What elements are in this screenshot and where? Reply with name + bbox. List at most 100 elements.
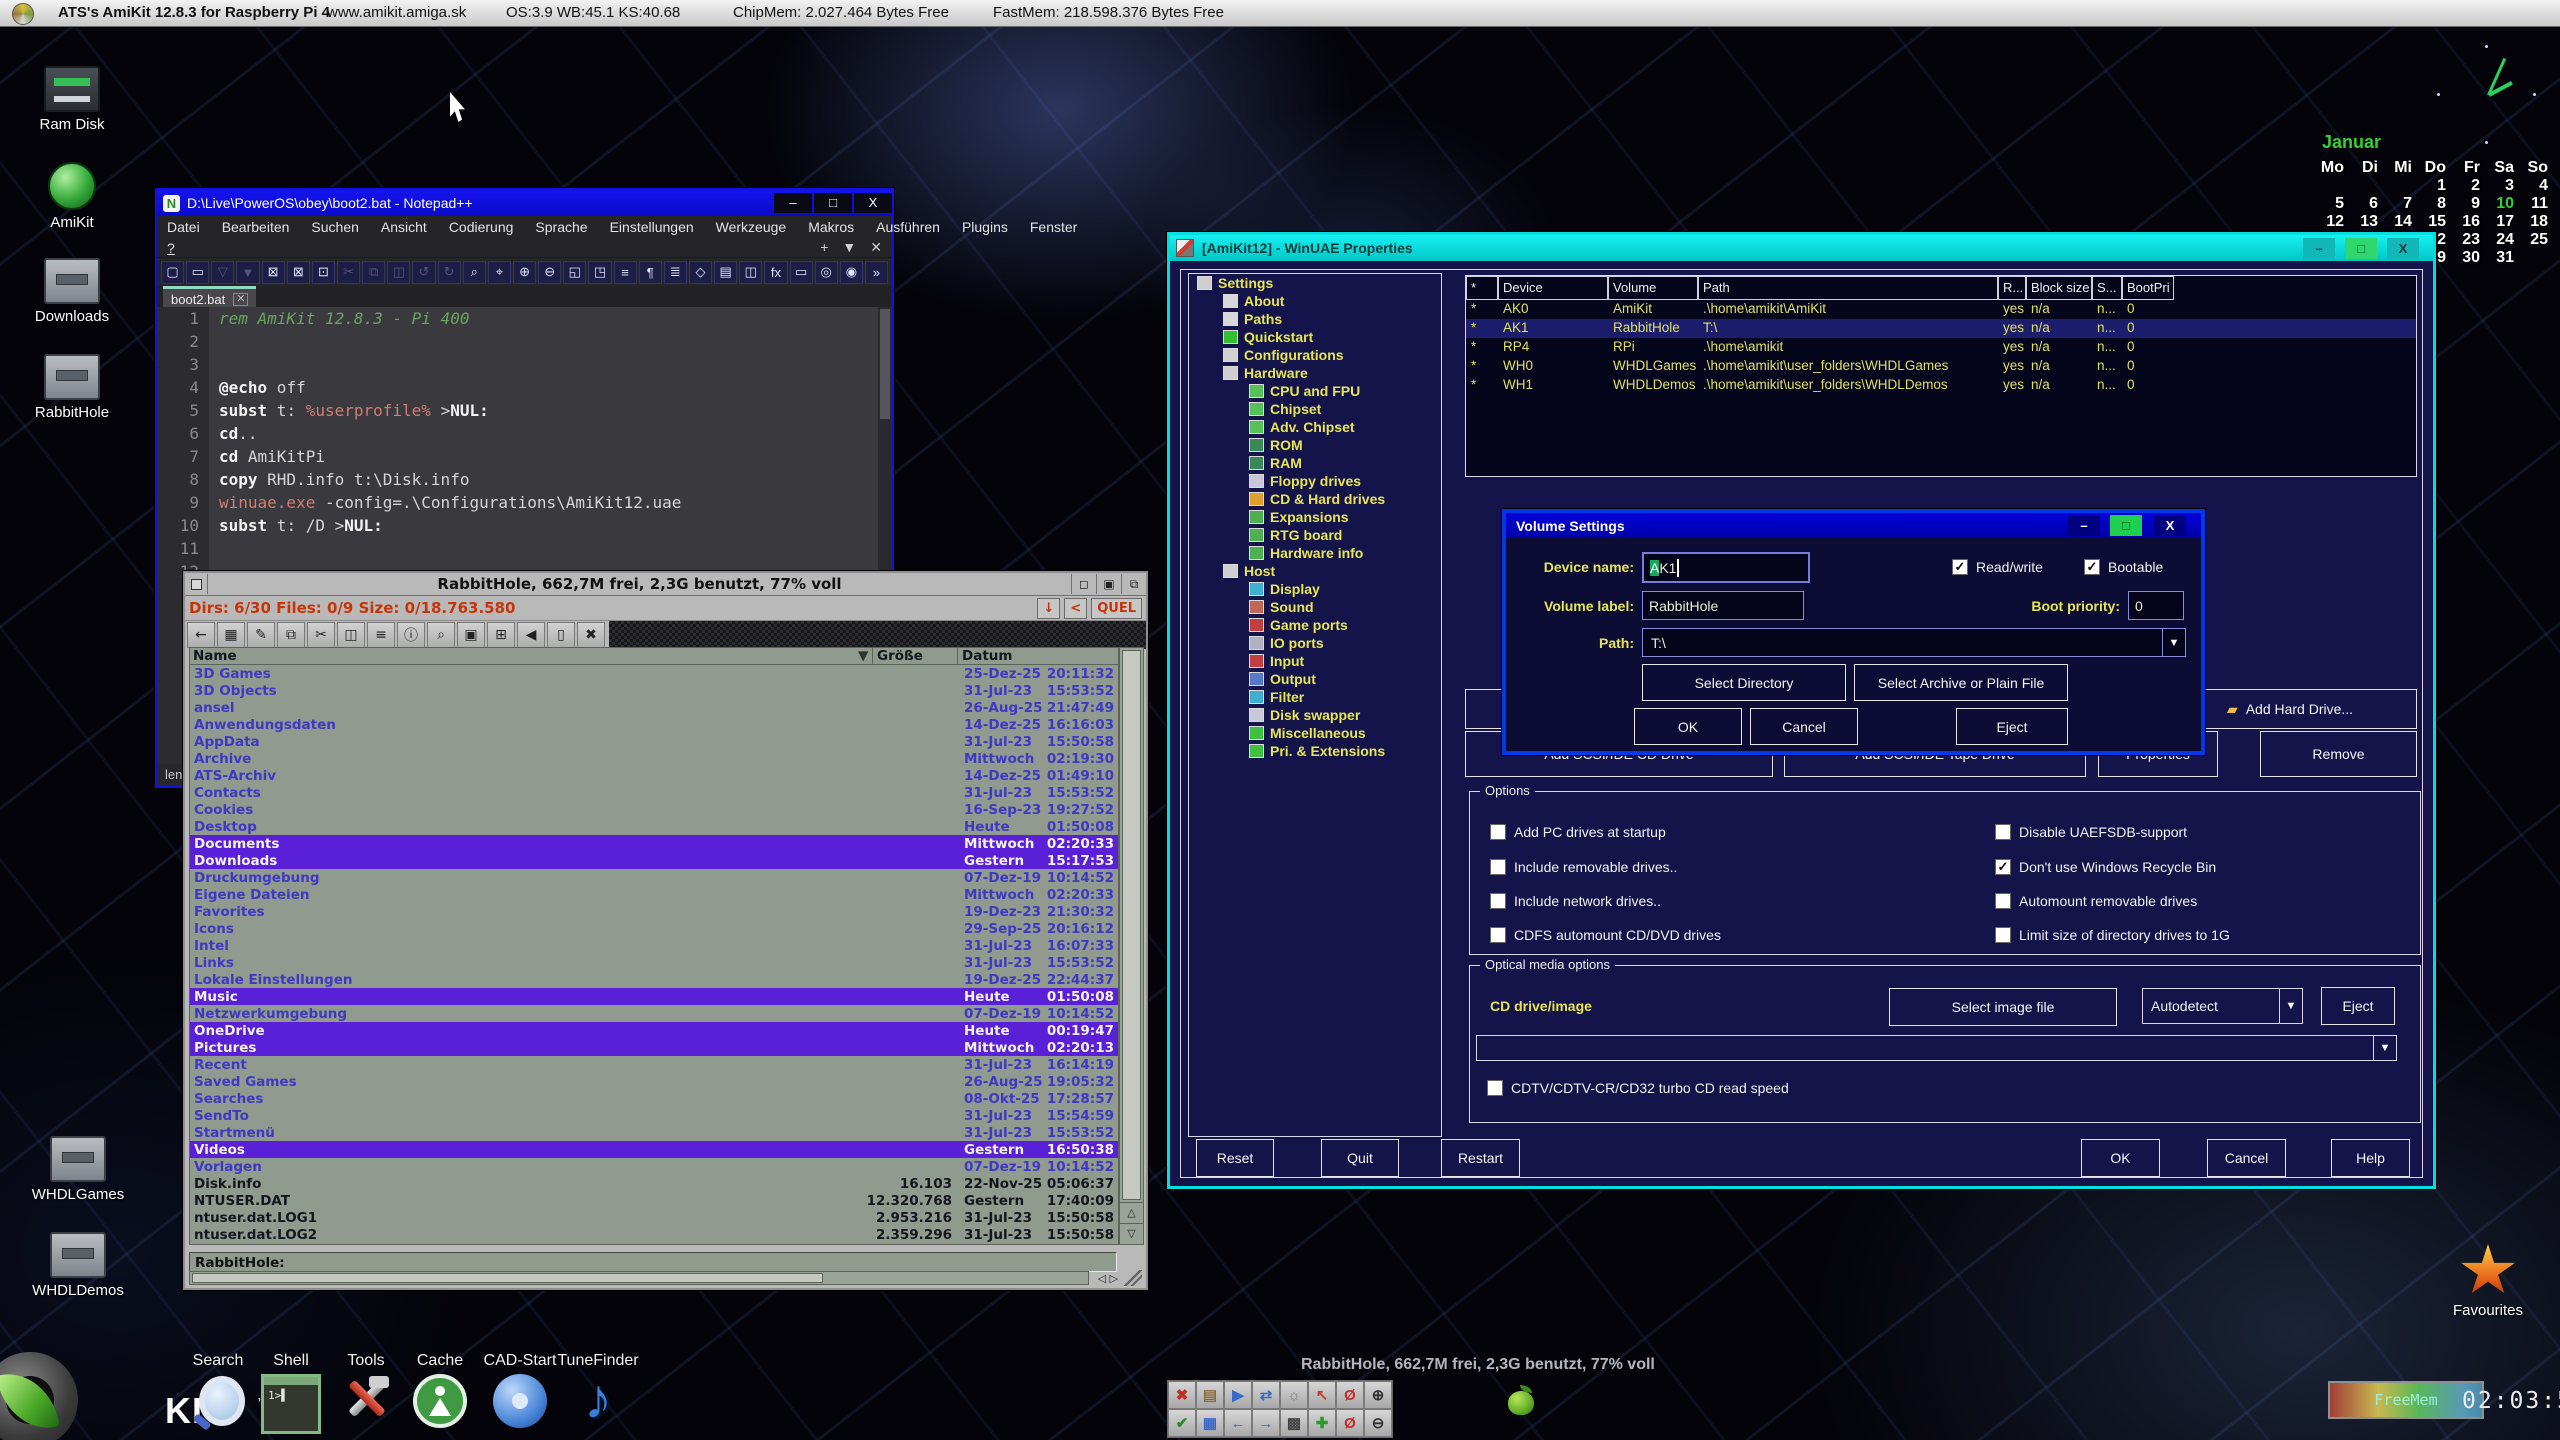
minimize-button[interactable]: – (2303, 238, 2335, 259)
palette-icon[interactable]: ✖ (1168, 1381, 1196, 1409)
menu-bearbeiten[interactable]: Bearbeiten (222, 219, 290, 235)
list-item[interactable]: ArchiveMittwoch02:19:30 (190, 750, 1118, 767)
close-button[interactable]: X (854, 193, 892, 213)
desktop-icon-rabbithole[interactable]: RabbitHole (12, 354, 132, 421)
toolbar-icon[interactable]: ⌖ (488, 261, 511, 284)
sidebar-item-rtg-board[interactable]: RTG board (1189, 526, 1441, 544)
toolbar-plus-icon[interactable]: + (820, 239, 828, 256)
column-size[interactable]: Größe (872, 648, 957, 664)
table-header-s[interactable]: S... (2092, 276, 2122, 300)
fm-toolbar-icon[interactable]: ✖ (577, 622, 605, 648)
tab-close-icon[interactable]: ✕ (233, 293, 248, 306)
sidebar-item-io-ports[interactable]: IO ports (1189, 634, 1441, 652)
list-item[interactable]: AppData31-Jul-2315:50:58 (190, 733, 1118, 750)
sidebar-item-adv-chipset[interactable]: Adv. Chipset (1189, 418, 1441, 436)
sidebar-item-hardware[interactable]: Hardware (1189, 364, 1441, 382)
maximize-button[interactable]: □ (2345, 238, 2377, 259)
list-item[interactable]: Vorlagen07-Dez-1910:14:52 (190, 1158, 1118, 1175)
list-item[interactable]: ATS-Archiv14-Dez-2501:49:10 (190, 767, 1118, 784)
checkbox[interactable] (1490, 824, 1506, 840)
list-item[interactable]: 3D Objects31-Jul-2315:53:52 (190, 682, 1118, 699)
scroll-up-icon[interactable]: △ (1120, 1202, 1143, 1223)
option-add-pc-drives-at-startup[interactable]: Add PC drives at startup (1490, 824, 1666, 840)
list-item[interactable]: DesktopHeute01:50:08 (190, 818, 1118, 835)
path-combo[interactable]: T:\ ▼ (1642, 628, 2186, 657)
chevron-down-icon[interactable]: ▼ (2279, 989, 2302, 1023)
toolbar-icon[interactable]: ◉ (840, 261, 863, 284)
sidebar-item-about[interactable]: About (1189, 292, 1441, 310)
list-item[interactable]: Eigene DateienMittwoch02:20:33 (190, 886, 1118, 903)
palette-icon[interactable]: ⇄ (1252, 1381, 1280, 1409)
toolbar-icon[interactable]: ⊡ (312, 261, 335, 284)
toolbar-icon[interactable]: ↺ (412, 261, 435, 284)
toolbar-icon[interactable]: ⊠ (287, 261, 310, 284)
workbench-menubar[interactable]: ATS's AmiKit 12.8.3 for Raspberry Pi 4 w… (0, 0, 2560, 27)
list-item[interactable]: Startmenü31-Jul-2315:53:52 (190, 1124, 1118, 1141)
sidebar-item-expansions[interactable]: Expansions (1189, 508, 1441, 526)
table-header-[interactable]: * (1466, 276, 1498, 300)
list-item[interactable]: Lokale Einstellungen19-Dez-2522:44:37 (190, 971, 1118, 988)
toolbar-icon[interactable]: ◇ (689, 261, 712, 284)
option-limit-size-of-directory-drives-to-1g[interactable]: Limit size of directory drives to 1G (1995, 927, 2230, 943)
desktop-icon-ram-disk[interactable]: Ram Disk (12, 66, 132, 133)
toolbar-more-icon[interactable]: » (865, 261, 888, 284)
list-item[interactable]: Searches08-Okt-2517:28:57 (190, 1090, 1118, 1107)
cd-image-select[interactable]: ▼ (1476, 1035, 2397, 1061)
ok-button[interactable]: OK (2081, 1139, 2160, 1177)
toolbar-icon[interactable]: ≡ (614, 261, 637, 284)
toolbar-icon[interactable]: ⧉ (362, 261, 385, 284)
cancel-button[interactable]: Cancel (2207, 1139, 2286, 1177)
fm-toolbar-icon[interactable]: ✂ (307, 622, 335, 648)
device-table[interactable]: *DeviceVolumePathR...Block sizeS...BootP… (1465, 275, 2417, 477)
option-include-removable-drives-[interactable]: Include removable drives.. (1490, 859, 1677, 875)
checkbox[interactable] (1487, 1080, 1503, 1096)
list-item[interactable]: 3D Games25-Dez-2520:11:32 (190, 665, 1118, 682)
sidebar-item-pri-extensions[interactable]: Pri. & Extensions (1189, 742, 1441, 760)
list-item[interactable]: NTUSER.DAT12.320.768Gestern17:40:09 (190, 1192, 1118, 1209)
apple-icon[interactable] (1508, 1385, 1534, 1415)
list-item[interactable]: VideosGestern16:50:38 (190, 1141, 1118, 1158)
sidebar-item-miscellaneous[interactable]: Miscellaneous (1189, 724, 1441, 742)
palette-icon[interactable]: ▦ (1196, 1409, 1224, 1437)
close-button[interactable]: X (2387, 238, 2419, 259)
sidebar-item-cd-hard-drives[interactable]: CD & Hard drives (1189, 490, 1441, 508)
back-button[interactable]: < (1064, 598, 1087, 619)
table-row[interactable]: *AK1RabbitHoleT:\yesn/an...0 (1466, 319, 2416, 338)
checkbox[interactable] (1995, 927, 2011, 943)
menu-makros[interactable]: Makros (808, 219, 854, 235)
chevron-down-icon[interactable]: ▼ (2162, 629, 2185, 656)
list-item[interactable]: DownloadsGestern15:17:53 (190, 852, 1118, 869)
checkbox[interactable] (1995, 893, 2011, 909)
menu-datei[interactable]: Datei (167, 219, 200, 235)
fm-toolbar-icon[interactable]: ⧉ (277, 622, 305, 648)
minimize-button[interactable]: – (774, 193, 812, 213)
list-item[interactable]: SendTo31-Jul-2315:54:59 (190, 1107, 1118, 1124)
toolbar-icon[interactable]: ▭ (790, 261, 813, 284)
fm-toolbar-icon[interactable]: ← (187, 622, 215, 648)
column-date[interactable]: Datum (957, 648, 1118, 664)
menu-help[interactable]: ? (167, 240, 175, 256)
list-item[interactable]: PicturesMittwoch02:20:13 (190, 1039, 1118, 1056)
toolbar-icon[interactable]: ◱ (563, 261, 586, 284)
checkbox[interactable] (1995, 824, 2011, 840)
path-field[interactable]: RabbitHole: (189, 1252, 1117, 1272)
menu-werkzeuge[interactable]: Werkzeuge (716, 219, 787, 235)
menu-sprache[interactable]: Sprache (535, 219, 587, 235)
iconify-gadget[interactable]: ◻ (1071, 574, 1096, 594)
cd-speed-select[interactable]: Autodetect ▼ (2142, 988, 2303, 1024)
sidebar-item-input[interactable]: Input (1189, 652, 1441, 670)
fm-toolbar-icon[interactable]: ⊞ (487, 622, 515, 648)
device-name-input[interactable]: AK1 (1642, 552, 1810, 583)
fm-toolbar-icon[interactable]: ≡ (367, 622, 395, 648)
hscroll-arrows[interactable]: ◁ ▷ (1098, 1272, 1118, 1285)
fm-toolbar-icon[interactable]: ⌕ (427, 622, 455, 648)
option-don-t-use-windows-recycle-bin[interactable]: ✓Don't use Windows Recycle Bin (1995, 859, 2216, 875)
list-item[interactable]: Netzwerkumgebung07-Dez-1910:14:52 (190, 1005, 1118, 1022)
palette-icon[interactable]: Ø (1336, 1381, 1364, 1409)
menu-einstellungen[interactable]: Einstellungen (610, 219, 694, 235)
desktop-icon-whdldemos[interactable]: WHDLDemos (18, 1232, 138, 1299)
option-include-network-drives-[interactable]: Include network drives.. (1490, 893, 1661, 909)
sidebar-item-paths[interactable]: Paths (1189, 310, 1441, 328)
table-row[interactable]: *AK0AmiKit.\home\amikit\AmiKityesn/an...… (1466, 300, 2416, 319)
palette-icon[interactable]: ▶ (1224, 1381, 1252, 1409)
